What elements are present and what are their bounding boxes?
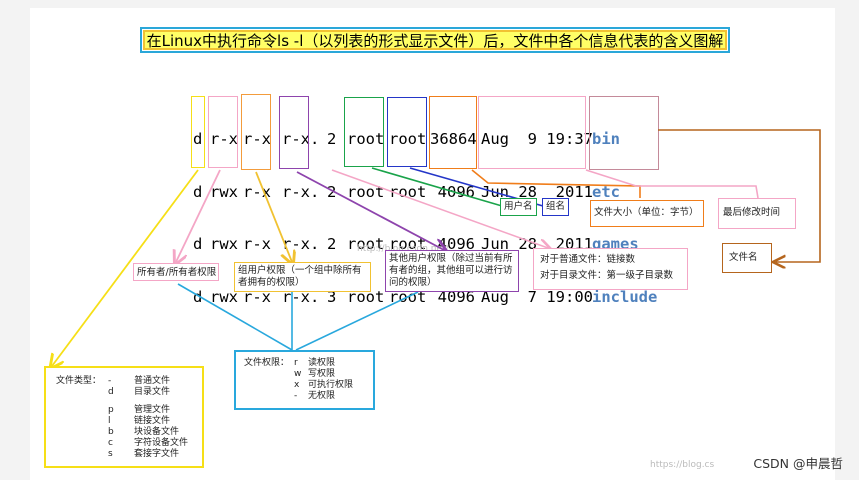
arrow-owner [176, 169, 221, 262]
perm-legend-rows: r 读权限 w 写权限 x 可执行权限 - 无权限 [294, 358, 353, 402]
perm-row: - 无权限 [294, 391, 353, 402]
type-row: b 块设备文件 [108, 427, 188, 438]
links-dir-circled: 第一级 [606, 270, 636, 281]
perm-legend: 文件权限： r 读权限 w 写权限 x 可执行权限 - 无权限 [234, 350, 375, 410]
type-desc: 管理文件 [134, 405, 171, 415]
perm-desc: 读权限 [308, 358, 336, 368]
type-desc: 块设备文件 [134, 427, 180, 437]
perm-code: r [294, 358, 298, 368]
perm-legend-heading: 文件权限： [244, 358, 290, 368]
type-code: s [108, 449, 113, 459]
file-size-label: 文件大小（单位：字节） [590, 200, 704, 227]
type-code: p [108, 405, 114, 415]
perm-code: - [294, 391, 298, 401]
line-perm-other [295, 291, 419, 351]
type-row: c 字符设备文件 [108, 438, 188, 449]
type-desc: 字符设备文件 [134, 438, 189, 448]
perm-desc: 写权限 [308, 369, 336, 379]
line-user [371, 167, 503, 207]
type-row: d 目录文件 [108, 387, 188, 398]
csdn-credit: CSDN @申晨哲 [753, 456, 843, 471]
links-dir-prefix: 对于目录文件： [540, 270, 607, 281]
type-code: c [108, 438, 113, 448]
line-perm-owner [177, 283, 293, 351]
other-perm-label: 其他用户权限（除过当前有所有者的组，其他组可以进行访问的权限） [385, 250, 519, 292]
type-legend-heading: 文件类型： [56, 376, 102, 386]
perm-code: x [294, 380, 300, 390]
type-code: b [108, 427, 114, 437]
perm-desc: 可执行权限 [308, 380, 354, 390]
type-desc: 链接文件 [134, 416, 171, 426]
type-row: l 链接文件 [108, 416, 188, 427]
group-name-label: 组名 [542, 198, 570, 216]
links-label: 对于普通文件：链接数 对于目录文件：第一级子目录数 [533, 248, 688, 290]
links-dir-text: 对于目录文件：第一级子目录数 [540, 270, 681, 282]
user-name-label: 用户名 [500, 198, 537, 216]
group-perm-label: 组用户权限（一个组中除所有者拥有的权限） [234, 262, 371, 292]
arrow-group-perm [255, 171, 292, 262]
line-size [471, 169, 641, 198]
type-row: p 管理文件 [108, 405, 188, 416]
type-legend-rows: - 普通文件 d 目录文件 p 管理文件 l 链接文件 b 块设备文件 c 字符设备文件 s… [108, 376, 188, 460]
type-legend: 文件类型： - 普通文件 d 目录文件 p 管理文件 l 链接文件 b 块设备文件 c 字符… [44, 366, 204, 468]
perm-desc: 无权限 [308, 391, 336, 401]
type-row: s 套接字文件 [108, 449, 188, 460]
perm-row: w 写权限 [294, 369, 353, 380]
perm-row: x 可执行权限 [294, 380, 353, 391]
type-code: - [108, 376, 112, 386]
file-name-label: 文件名 [722, 243, 772, 273]
links-file-text: 对于普通文件：链接数 [540, 254, 636, 265]
type-desc: 目录文件 [134, 387, 171, 397]
owner-label: 所有者/所有者权限 [133, 263, 219, 281]
type-desc: 套接字文件 [134, 449, 180, 459]
watermark-bottom: https://blog.cs [650, 460, 715, 470]
perm-row: r 读权限 [294, 358, 353, 369]
type-row: - 普通文件 [108, 376, 188, 387]
type-desc: 普通文件 [134, 376, 171, 386]
type-code: l [108, 416, 111, 426]
type-code: d [108, 387, 114, 397]
line-date [585, 169, 759, 199]
mtime-label: 最后修改时间 [718, 198, 796, 229]
links-dir-suffix: 子目录数 [635, 270, 674, 281]
perm-code: w [294, 369, 302, 379]
